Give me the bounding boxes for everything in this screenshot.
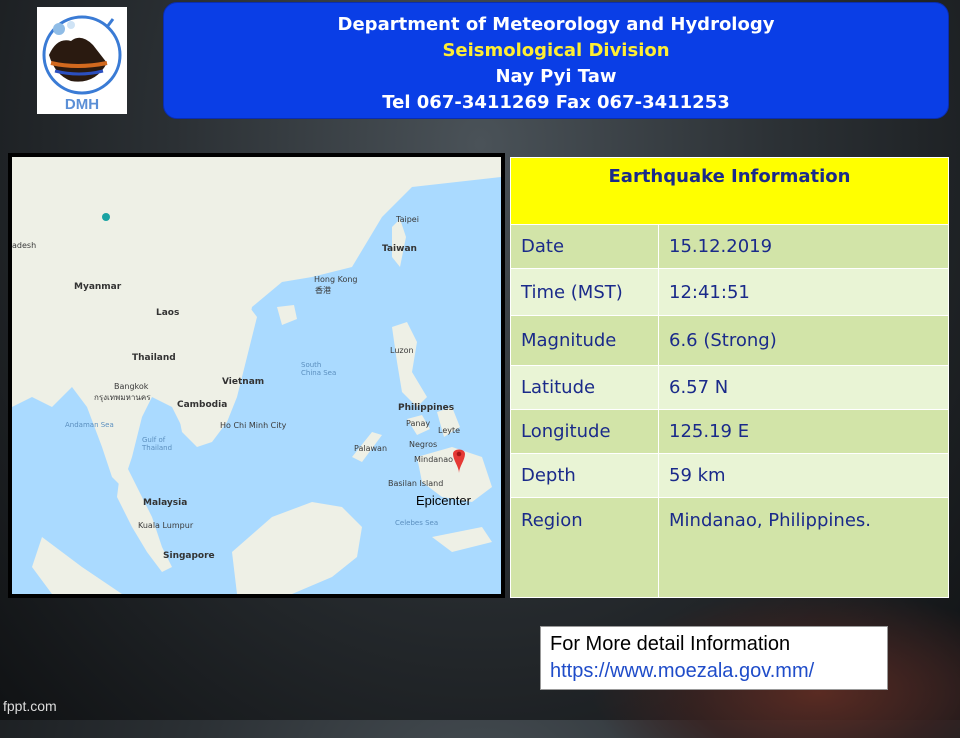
map-label-panay: Panay — [406, 419, 431, 428]
map-label-negros: Negros — [409, 440, 438, 449]
map-label-basilan: Basilan Island — [388, 479, 444, 488]
row-label-latitude: Latitude — [510, 365, 659, 410]
map-label-laos: Laos — [156, 308, 180, 318]
table-row: Date 15.12.2019 — [510, 224, 949, 269]
department-name: Department of Meteorology and Hydrology — [337, 14, 775, 35]
row-value-time: 12:41:51 — [658, 268, 949, 316]
map-label-mindanao: Mindanao — [414, 455, 454, 464]
map-label-hochiminh: Ho Chi Minh City — [220, 421, 287, 430]
table-row: Time (MST) 12:41:51 — [510, 268, 949, 316]
map-label-thailand: Thailand — [132, 353, 176, 363]
row-value-latitude: 6.57 N — [658, 365, 949, 410]
map-frame: adesh Myanmar Laos Thailand Vietnam Camb… — [8, 153, 505, 598]
map-label-luzon: Luzon — [390, 346, 414, 355]
map-label-philippines: Philippines — [398, 403, 455, 413]
map-label-andaman-sea: Andaman Sea — [65, 421, 114, 429]
row-label-depth: Depth — [510, 453, 659, 498]
row-value-date: 15.12.2019 — [658, 224, 949, 269]
table-title: Earthquake Information — [510, 157, 949, 225]
map-label-south-china-sea: South China Sea — [301, 361, 337, 377]
table-row: Region Mindanao, Philippines. — [510, 497, 949, 598]
row-label-magnitude: Magnitude — [510, 315, 659, 366]
contact-numbers: Tel 067-3411269 Fax 067-3411253 — [382, 92, 730, 113]
table-row: Latitude 6.57 N — [510, 365, 949, 410]
table-row: Longitude 125.19 E — [510, 409, 949, 454]
more-info-box: For More detail Information https://www.… — [540, 626, 888, 690]
row-value-depth: 59 km — [658, 453, 949, 498]
map-label-cambodia: Cambodia — [177, 400, 228, 410]
more-info-link[interactable]: https://www.moezala.gov.mm/ — [550, 658, 887, 685]
map-label-celebes-sea: Celebes Sea — [395, 519, 439, 527]
map-label-bangkok-local: กรุงเทพมหานคร — [94, 393, 151, 402]
epicenter-label: Epicenter — [416, 493, 471, 508]
map-label-hongkong: Hong Kong — [314, 275, 358, 284]
map-label-gulf-thailand: Gulf of Thailand — [142, 436, 173, 452]
map-label-myanmar: Myanmar — [74, 282, 122, 292]
row-label-longitude: Longitude — [510, 409, 659, 454]
map-label-singapore: Singapore — [163, 551, 215, 561]
map-label-kualalumpur: Kuala Lumpur — [138, 521, 194, 530]
earthquake-info-table: Earthquake Information Date 15.12.2019 T… — [510, 157, 949, 598]
row-value-longitude: 125.19 E — [658, 409, 949, 454]
division-name: Seismological Division — [442, 40, 670, 61]
map-label-leyte: Leyte — [438, 426, 461, 435]
map-label-bangladesh: adesh — [12, 241, 37, 250]
map-label-taipei: Taipei — [396, 215, 419, 224]
row-value-region: Mindanao, Philippines. — [658, 497, 949, 598]
epicenter-pin-icon[interactable] — [450, 450, 468, 476]
footer-brand: fppt.com — [3, 698, 57, 714]
map-label-taiwan: Taiwan — [382, 244, 417, 254]
city-name: Nay Pyi Taw — [495, 66, 617, 87]
map-label-vietnam: Vietnam — [222, 377, 265, 387]
row-label-time: Time (MST) — [510, 268, 659, 316]
logo-text: DMH — [65, 96, 99, 113]
map-label-hongkong-local: 香港 — [315, 286, 331, 295]
header-banner: Department of Meteorology and Hydrology … — [163, 2, 949, 119]
row-label-date: Date — [510, 224, 659, 269]
more-info-text: For More detail Information — [550, 633, 791, 655]
epicenter-map[interactable]: adesh Myanmar Laos Thailand Vietnam Camb… — [12, 157, 501, 594]
table-row: Depth 59 km — [510, 453, 949, 498]
map-label-malaysia: Malaysia — [143, 498, 188, 508]
map-label-bangkok: Bangkok — [114, 382, 149, 391]
table-row: Magnitude 6.6 (Strong) — [510, 315, 949, 366]
row-value-magnitude: 6.6 (Strong) — [658, 315, 949, 366]
dmh-logo: DMH — [37, 7, 127, 114]
map-label-palawan: Palawan — [354, 444, 388, 453]
map-land — [12, 157, 501, 594]
row-label-region: Region — [510, 497, 659, 598]
